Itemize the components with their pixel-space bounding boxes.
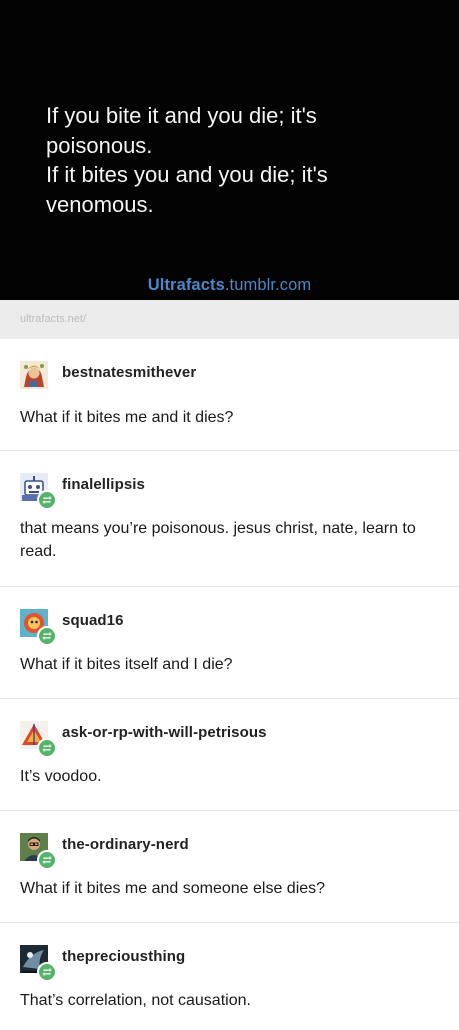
- post-username[interactable]: the-ordinary-nerd: [62, 836, 189, 853]
- fact-image: If you bite it and you die; it's poisono…: [0, 0, 459, 300]
- fact-line: venomous.: [46, 191, 154, 217]
- fact-line: If it bites you and you die; it's: [46, 162, 328, 187]
- post-item: the-ordinary-nerd What if it bites me an…: [0, 810, 459, 923]
- fact-text: If you bite it and you die; it's poisono…: [46, 101, 446, 219]
- post-username[interactable]: squad16: [62, 612, 124, 629]
- fact-line: If you bite it and you die; it's: [46, 103, 317, 128]
- post-username[interactable]: finalellipsis: [62, 476, 145, 493]
- post-username[interactable]: bestnatesmithever: [62, 364, 196, 381]
- post-item: bestnatesmithever What if it bites me an…: [0, 339, 459, 450]
- brand-name: Ultrafacts: [147, 276, 225, 294]
- post-body: What if it bites itself and I die?: [20, 656, 233, 673]
- post-item: thepreciousthing That’s correlation, not…: [0, 922, 459, 1030]
- post-item: squad16 What if it bites itself and I di…: [0, 586, 459, 699]
- post-body: What if it bites me and someone else die…: [20, 880, 326, 897]
- post-body: It’s voodoo.: [20, 768, 102, 785]
- post-username[interactable]: thepreciousthing: [62, 948, 185, 965]
- post-item: finalellipsis that means you’re poisonou…: [0, 450, 459, 587]
- post-item: ask-or-rp-with-will-petrisous It’s voodo…: [0, 698, 459, 811]
- brand-domain: .tumblr.com: [224, 276, 312, 294]
- fact-line: poisonous.: [46, 132, 153, 158]
- ultrafacts-watermark: Ultrafacts.tumblr.com: [0, 276, 459, 295]
- source-link[interactable]: ultrafacts.net/: [20, 313, 86, 325]
- reblog-icon: [37, 490, 57, 510]
- portrait-avatar-icon[interactable]: [20, 361, 48, 389]
- reblog-icon: [37, 850, 57, 870]
- reblog-icon: [37, 962, 57, 982]
- reblog-icon: [37, 738, 57, 758]
- source-bar: ultrafacts.net/: [0, 300, 459, 339]
- post-body: That’s correlation, not causation.: [20, 992, 251, 1009]
- post-username[interactable]: ask-or-rp-with-will-petrisous: [62, 724, 267, 741]
- reblog-icon: [37, 626, 57, 646]
- post-body: What if it bites me and it dies?: [20, 409, 234, 426]
- post-body: that means you’re poisonous. jesus chris…: [20, 520, 416, 560]
